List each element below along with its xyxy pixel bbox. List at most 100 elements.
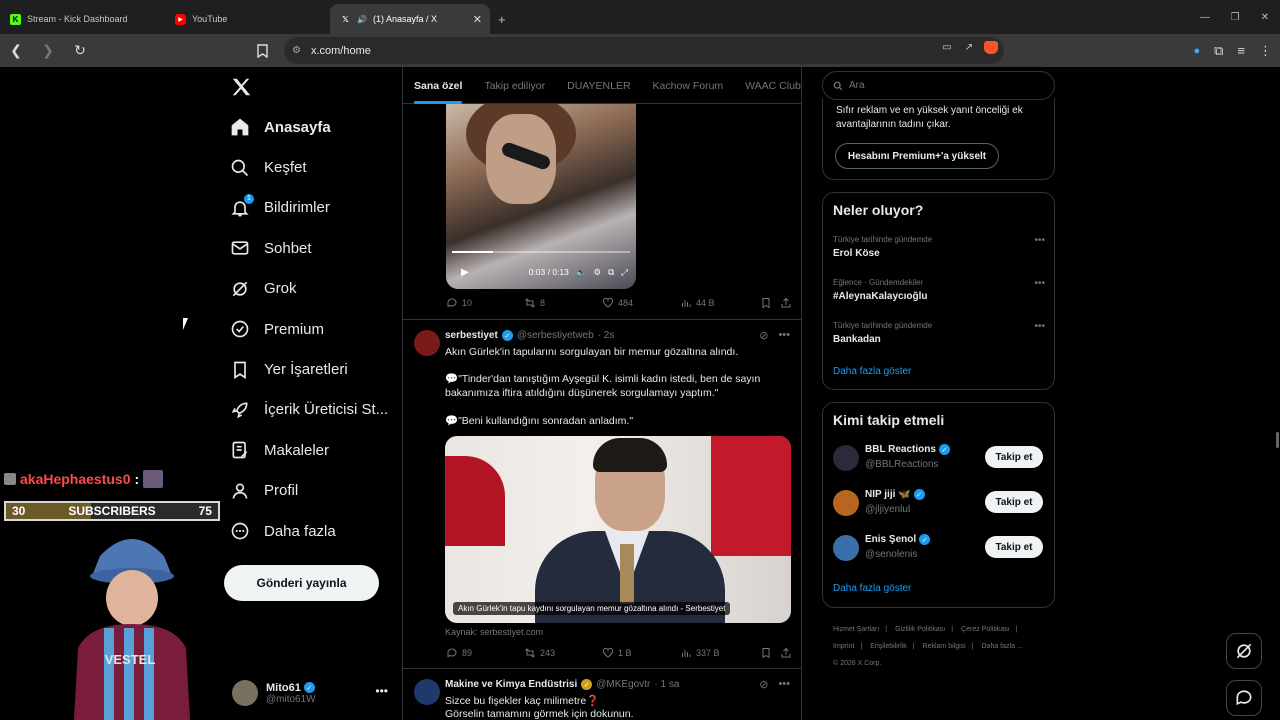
volume-icon[interactable]: 🔈 bbox=[576, 267, 587, 278]
pip-icon[interactable]: ⧉ bbox=[608, 267, 614, 278]
playlist-icon[interactable]: ≡ bbox=[1237, 43, 1245, 58]
tab-kick-dashboard[interactable]: K Stream - Kick Dashboard bbox=[0, 4, 165, 34]
follow-button[interactable]: Takip et bbox=[985, 491, 1043, 513]
trend-more-icon[interactable]: ••• bbox=[1034, 321, 1045, 332]
post-more-icon[interactable]: ••• bbox=[778, 329, 790, 342]
tab-for-you[interactable]: Sana özel bbox=[403, 67, 473, 104]
author-handle[interactable]: @serbestiyetweb bbox=[517, 330, 594, 341]
like-button[interactable]: 1 B bbox=[602, 647, 680, 659]
nav-bookmarks[interactable]: Yer İşaretleri bbox=[230, 349, 388, 389]
x-logo-icon[interactable] bbox=[230, 76, 252, 98]
author-handle[interactable]: @MKEgovtr bbox=[596, 679, 650, 690]
settings-icon[interactable]: ⚙ bbox=[593, 267, 601, 278]
nav-articles[interactable]: Makaleler bbox=[230, 430, 388, 470]
nav-creator-studio[interactable]: İçerik Üreticisi St... bbox=[230, 390, 388, 430]
site-info-icon[interactable]: ⚙ bbox=[292, 45, 301, 56]
bookmark-post-button[interactable] bbox=[760, 647, 780, 659]
like-button[interactable]: 484 bbox=[602, 297, 680, 309]
back-icon[interactable]: ❮ bbox=[0, 34, 32, 67]
footer-link[interactable]: Erişilebilirlik bbox=[870, 643, 907, 650]
avatar[interactable] bbox=[414, 679, 440, 705]
share-button[interactable] bbox=[780, 647, 792, 659]
new-tab-button[interactable]: + bbox=[498, 4, 506, 34]
post-more-icon[interactable]: ••• bbox=[778, 678, 790, 691]
follow-button[interactable]: Takip et bbox=[985, 536, 1043, 558]
trend-item[interactable]: Türkiye tarihinde gündemde Erol Köse ••• bbox=[833, 235, 1045, 259]
close-tab-icon[interactable]: ✕ bbox=[473, 13, 482, 26]
share-button[interactable] bbox=[780, 297, 792, 309]
author-name[interactable]: Makine ve Kimya Endüstrisi bbox=[445, 679, 577, 690]
puzzle-icon[interactable]: ⧉ bbox=[1214, 43, 1223, 59]
post-time[interactable]: · 1 sa bbox=[654, 679, 679, 690]
footer-link[interactable]: Hizmet Şartları bbox=[833, 626, 879, 633]
minimize-icon[interactable]: — bbox=[1190, 12, 1220, 23]
forward-icon[interactable]: ❯ bbox=[32, 34, 64, 67]
nav-messages[interactable]: Sohbet bbox=[230, 228, 388, 268]
views-button[interactable]: 44 B bbox=[680, 297, 760, 309]
follow-suggestion[interactable]: Enis Şenol ✓ @senolenis Takip et bbox=[833, 531, 1045, 565]
menu-icon[interactable]: ⋮ bbox=[1259, 43, 1272, 59]
bookmark-page-icon[interactable] bbox=[252, 34, 272, 67]
tab-youtube[interactable]: ▶ YouTube bbox=[165, 4, 330, 34]
fullscreen-icon[interactable]: ⤢ bbox=[621, 267, 628, 278]
search-input[interactable]: Ara bbox=[822, 71, 1055, 100]
grok-floating-button[interactable] bbox=[1226, 633, 1262, 669]
follow-suggestion[interactable]: NIP jiji 🦋 ✓ @jljiyenlul Takip et bbox=[833, 486, 1045, 520]
who-show-more-link[interactable]: Daha fazla göster bbox=[833, 583, 911, 594]
footer-link[interactable]: Gizlilik Politikası bbox=[895, 626, 945, 633]
play-icon[interactable]: ▶ bbox=[461, 267, 469, 278]
nav-more[interactable]: Daha fazla bbox=[230, 511, 388, 551]
follow-suggestion[interactable]: BBL Reactions ✓ @BBLReactions Takip et bbox=[833, 441, 1045, 475]
page-scrollbar[interactable] bbox=[1276, 432, 1279, 448]
trends-show-more-link[interactable]: Daha fazla göster bbox=[833, 366, 911, 377]
footer-link[interactable]: Daha fazla ... bbox=[982, 643, 1023, 650]
follow-button[interactable]: Takip et bbox=[985, 446, 1043, 468]
grok-explain-icon[interactable]: ⊘ bbox=[759, 678, 768, 691]
video-player[interactable]: ▶ 0:03 / 0:13 🔈 ⚙ ⧉ ⤢ bbox=[446, 104, 636, 289]
nav-profile[interactable]: Profil bbox=[230, 471, 388, 511]
extension-icon[interactable]: ● bbox=[1193, 45, 1200, 57]
author-name[interactable]: serbestiyet bbox=[445, 330, 498, 341]
reply-button[interactable]: 10 bbox=[446, 297, 524, 309]
post-image[interactable]: Akın Gürlek'in tapu kaydını sorgulayan m… bbox=[445, 436, 791, 623]
link-source[interactable]: Kaynak: serbestiyet.com bbox=[445, 627, 543, 637]
restore-icon[interactable]: ❐ bbox=[1220, 12, 1250, 23]
footer-link[interactable]: Reklam bilgisi bbox=[923, 643, 966, 650]
share-icon[interactable]: ↗ bbox=[962, 42, 976, 53]
post-button[interactable]: Gönderi yayınla bbox=[224, 565, 379, 601]
avatar[interactable] bbox=[414, 330, 440, 356]
views-button[interactable]: 337 B bbox=[680, 647, 760, 659]
nav-grok[interactable]: Grok bbox=[230, 269, 388, 309]
premium-upgrade-button[interactable]: Hesabını Premium+'a yükselt bbox=[835, 143, 999, 169]
nav-explore[interactable]: Keşfet bbox=[230, 147, 388, 187]
close-window-icon[interactable]: ✕ bbox=[1250, 12, 1280, 23]
trend-more-icon[interactable]: ••• bbox=[1034, 235, 1045, 246]
address-bar[interactable]: ⚙ x.com/home ▭ ↗ bbox=[284, 37, 1004, 64]
tab-waac-club[interactable]: WAAC Club bbox=[734, 67, 801, 104]
nav-home[interactable]: Anasayfa bbox=[230, 107, 388, 147]
bookmark-post-button[interactable] bbox=[760, 297, 780, 309]
tab-x-home[interactable]: 𝕏 🔊 (1) Anasayfa / X ✕ bbox=[330, 4, 490, 34]
account-more-icon[interactable]: ••• bbox=[375, 684, 388, 698]
account-switcher[interactable]: Mito61 ✓ @mito61W ••• bbox=[232, 680, 392, 706]
repost-button[interactable]: 8 bbox=[524, 297, 602, 309]
nav-premium[interactable]: Premium bbox=[230, 309, 388, 349]
reply-button[interactable]: 89 bbox=[446, 647, 524, 659]
tab-kachow-forum[interactable]: Kachow Forum bbox=[642, 67, 735, 104]
reload-icon[interactable]: ↻ bbox=[64, 34, 96, 67]
grok-explain-icon[interactable]: ⊘ bbox=[759, 329, 768, 342]
repost-button[interactable]: 243 bbox=[524, 647, 602, 659]
trend-item[interactable]: Türkiye tarihinde gündemde Bankadan ••• bbox=[833, 321, 1045, 345]
brave-shields-icon[interactable] bbox=[984, 41, 998, 54]
video-seek-bar[interactable] bbox=[452, 251, 630, 253]
tab-following[interactable]: Takip ediliyor bbox=[473, 67, 556, 104]
messages-floating-button[interactable] bbox=[1226, 680, 1262, 716]
trend-more-icon[interactable]: ••• bbox=[1034, 278, 1045, 289]
trend-item[interactable]: Eğlence · Gündemdekiler #AleynaKalaycıoğ… bbox=[833, 278, 1045, 302]
post-time[interactable]: · 2s bbox=[598, 330, 615, 341]
nav-notifications[interactable]: 1 Bildirimler bbox=[230, 188, 388, 228]
tab-duayenler[interactable]: DUAYENLER bbox=[556, 67, 641, 104]
footer-link[interactable]: Imprint bbox=[833, 643, 854, 650]
footer-link[interactable]: Çerez Politikası bbox=[961, 626, 1010, 633]
cast-icon[interactable]: ▭ bbox=[940, 42, 954, 53]
